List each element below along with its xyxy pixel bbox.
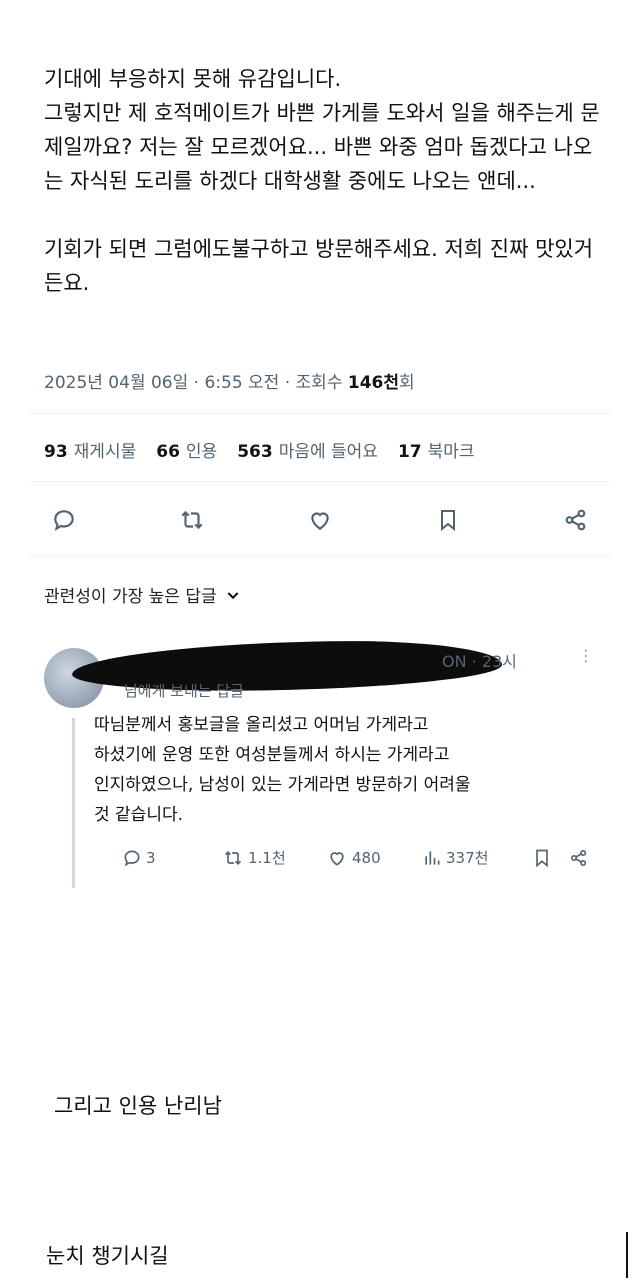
reply-share-button[interactable]	[568, 848, 590, 868]
reply-icon[interactable]	[44, 500, 84, 540]
stat-bookmarks[interactable]: 17 북마크	[398, 437, 475, 462]
share-icon	[571, 849, 587, 866]
caption-line-1: 그리고 인용 난리남	[54, 1094, 222, 1118]
more-options-icon[interactable]: ⋮	[578, 646, 594, 665]
thread-line	[72, 718, 75, 888]
divider	[28, 481, 612, 482]
reply-like-button[interactable]: 480	[326, 848, 422, 868]
stat-reposts[interactable]: 93 재게시물	[44, 437, 136, 462]
view-count: 146천	[347, 373, 400, 393]
reply-sort-dropdown[interactable]: 관련성이 가장 높은 답글	[44, 582, 241, 607]
heart-icon	[330, 851, 344, 866]
stat-quotes[interactable]: 66 인용	[156, 437, 217, 462]
sort-label: 관련성이 가장 높은 답글	[44, 587, 217, 607]
share-icon[interactable]	[556, 500, 596, 540]
views-chart-icon	[425, 850, 440, 865]
stat-likes[interactable]: 563 마음에 들어요	[237, 437, 378, 462]
post-timestamp[interactable]: 2025년 04월 06일 · 6:55 오전 · 조회수	[44, 373, 348, 393]
reply-text: 따님분께서 홍보글을 올리셨고 어머님 가게라고 하셨기에 운영 또한 여성분들…	[94, 715, 471, 825]
chevron-down-icon	[225, 587, 241, 603]
post-action-bar	[44, 500, 596, 540]
reply-views-button[interactable]: 337천	[422, 847, 532, 868]
heart-icon[interactable]	[300, 500, 340, 540]
reply-reply-button[interactable]: 3	[122, 848, 222, 868]
post-stats: 93 재게시물 66 인용 563 마음에 들어요 17 북마크	[44, 437, 475, 462]
divider	[28, 556, 612, 557]
reply-item[interactable]: ON · 23시 ⋮ 님에게 보내는 답글 따님분께서 홍보글을 올리셨고 어머…	[44, 638, 604, 900]
bookmark-icon	[536, 849, 548, 867]
retweet-icon	[224, 850, 242, 865]
divider	[28, 413, 612, 414]
reply-to-suffix: 님에게 보내는 답글	[124, 682, 244, 700]
bookmark-icon[interactable]	[428, 500, 468, 540]
post-text: 기대에 부응하지 못해 유감입니다. 그렇지만 제 호적메이트가 바쁜 가게를 …	[44, 67, 600, 295]
reply-author-time: ON · 23시	[442, 652, 517, 671]
reply-bookmark-button[interactable]	[532, 848, 568, 868]
reply-icon	[124, 849, 140, 866]
reply-to-line: 님에게 보내는 답글	[124, 680, 244, 701]
caption-line-2: 눈치 챙기시길	[46, 1244, 169, 1268]
view-suffix: 회	[399, 373, 415, 393]
reply-retweet-button[interactable]: 1.1천	[222, 847, 326, 868]
scroll-edge-mark	[626, 1232, 628, 1278]
post-meta: 2025년 04월 06일 · 6:55 오전 · 조회수 146천회	[44, 368, 415, 393]
retweet-icon[interactable]	[172, 500, 212, 540]
reply-action-bar: 3 1.1천 480 337천	[122, 847, 604, 868]
